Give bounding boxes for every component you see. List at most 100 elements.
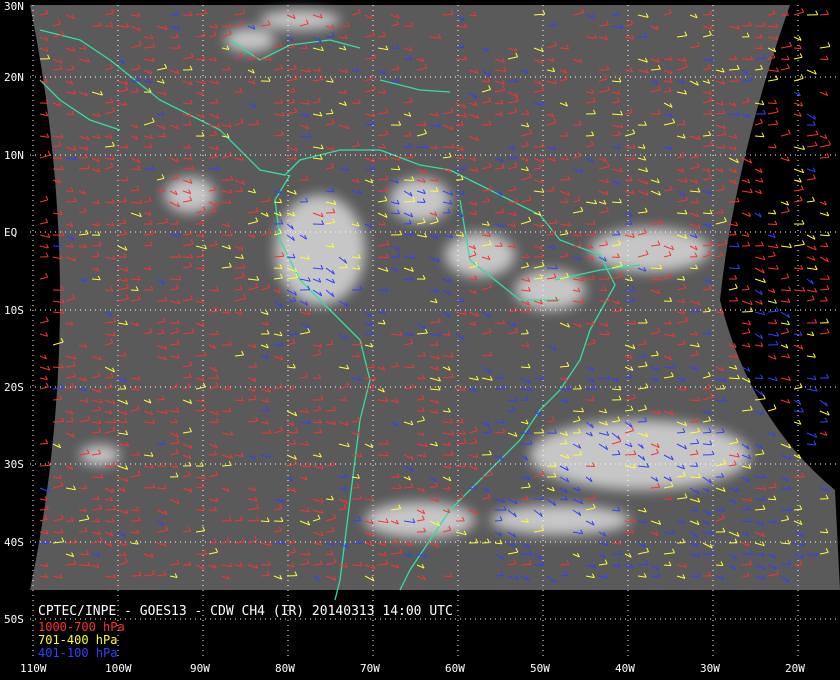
wind-barb (767, 319, 778, 324)
wind-barb (741, 342, 751, 348)
wind-barb (741, 241, 751, 247)
wind-barb (754, 289, 763, 296)
wind-barb (819, 200, 827, 206)
wind-barb (52, 363, 64, 369)
wind-barb (728, 264, 741, 270)
wind-barb (780, 200, 790, 206)
wind-barb (52, 254, 63, 260)
wind-barb (780, 129, 791, 137)
wind-barb (39, 252, 49, 258)
wind-barb (767, 243, 779, 249)
lon-label: 100W (105, 662, 132, 675)
lat-label: EQ (4, 226, 18, 239)
wind-barb (793, 36, 802, 41)
wind-barb (39, 332, 49, 337)
wind-barb (793, 331, 803, 336)
lon-label: 30W (700, 662, 720, 675)
wind-barb (819, 242, 829, 248)
wind-barb (767, 354, 777, 360)
wind-barb (793, 185, 804, 192)
wind-barb (806, 234, 816, 240)
wind-barb (780, 343, 789, 349)
wind-barb (793, 219, 805, 225)
legend-high-level: 401-100 hPa (38, 646, 118, 660)
wind-barb (754, 132, 765, 138)
wind-barb (767, 107, 779, 115)
wind-barb (754, 342, 764, 347)
wind-barb (793, 7, 805, 16)
wind-barb (39, 439, 49, 445)
wind-barb (793, 168, 805, 174)
wind-barb (767, 264, 779, 270)
wind-barb (819, 211, 830, 217)
wind-barb (793, 52, 803, 60)
wind-barb (806, 440, 817, 446)
wind-barb (780, 156, 790, 162)
wind-barb (819, 410, 830, 416)
wind-barb (806, 167, 816, 173)
wind-barb (806, 130, 819, 137)
lon-label: 70W (360, 662, 380, 675)
wind-barb (728, 230, 737, 236)
wind-barb (767, 220, 778, 226)
wind-barb (793, 286, 806, 292)
wind-barb (793, 145, 806, 150)
wind-barb (39, 243, 49, 249)
wind-barb (806, 245, 817, 251)
wind-barb (728, 296, 739, 302)
wind-barb (806, 265, 818, 271)
wind-barb (793, 240, 805, 247)
wind-barb (819, 328, 830, 335)
wind-barb (819, 399, 828, 407)
wind-barb (806, 278, 814, 285)
wind-barb (806, 113, 817, 120)
wind-barb (754, 300, 763, 305)
wind-barb (806, 196, 815, 203)
wind-barb (819, 318, 829, 324)
wind-barb (39, 382, 49, 390)
wind-barb (39, 133, 50, 138)
wind-barb (767, 99, 777, 104)
wind-barb (780, 327, 790, 335)
wind-barb (39, 365, 51, 371)
wind-barb (767, 376, 778, 382)
wind-barb (754, 118, 763, 126)
wind-barb (806, 287, 818, 293)
wind-barb (780, 55, 790, 61)
wind-barb (780, 311, 791, 319)
wind-barb (780, 273, 790, 280)
wind-barb (793, 407, 804, 413)
wind-barb (767, 340, 779, 346)
cloud-mass (590, 228, 710, 272)
wind-barb (754, 278, 766, 283)
wind-barb (741, 178, 751, 184)
lat-label: 30S (4, 458, 24, 471)
wind-barb (754, 255, 766, 261)
wind-barb (39, 354, 47, 360)
wind-barb (780, 353, 790, 359)
wind-barb (741, 188, 753, 194)
wind-barb (793, 91, 801, 97)
wind-barb (819, 91, 829, 97)
wind-barb (819, 296, 828, 302)
wind-barb (741, 328, 751, 335)
wind-barb (819, 42, 831, 49)
lon-label: 60W (445, 662, 465, 675)
wind-barb (754, 333, 764, 340)
wind-barb (819, 140, 832, 148)
legend-mid-level: 701-400 hPa (38, 633, 118, 647)
wind-barb (819, 231, 830, 237)
wind-barb (819, 284, 830, 291)
wind-barb (729, 274, 738, 280)
wind-barb (780, 320, 790, 326)
wind-barb (741, 300, 753, 306)
wind-barb (780, 243, 792, 248)
cloud-mass (530, 420, 750, 490)
wind-barb (767, 306, 779, 313)
cloud-mass (445, 233, 515, 277)
wind-barb (39, 272, 49, 280)
wind-barb (819, 431, 828, 436)
lon-label: 20W (785, 662, 805, 675)
lat-label: 40S (4, 536, 24, 549)
wind-barb (780, 376, 791, 381)
